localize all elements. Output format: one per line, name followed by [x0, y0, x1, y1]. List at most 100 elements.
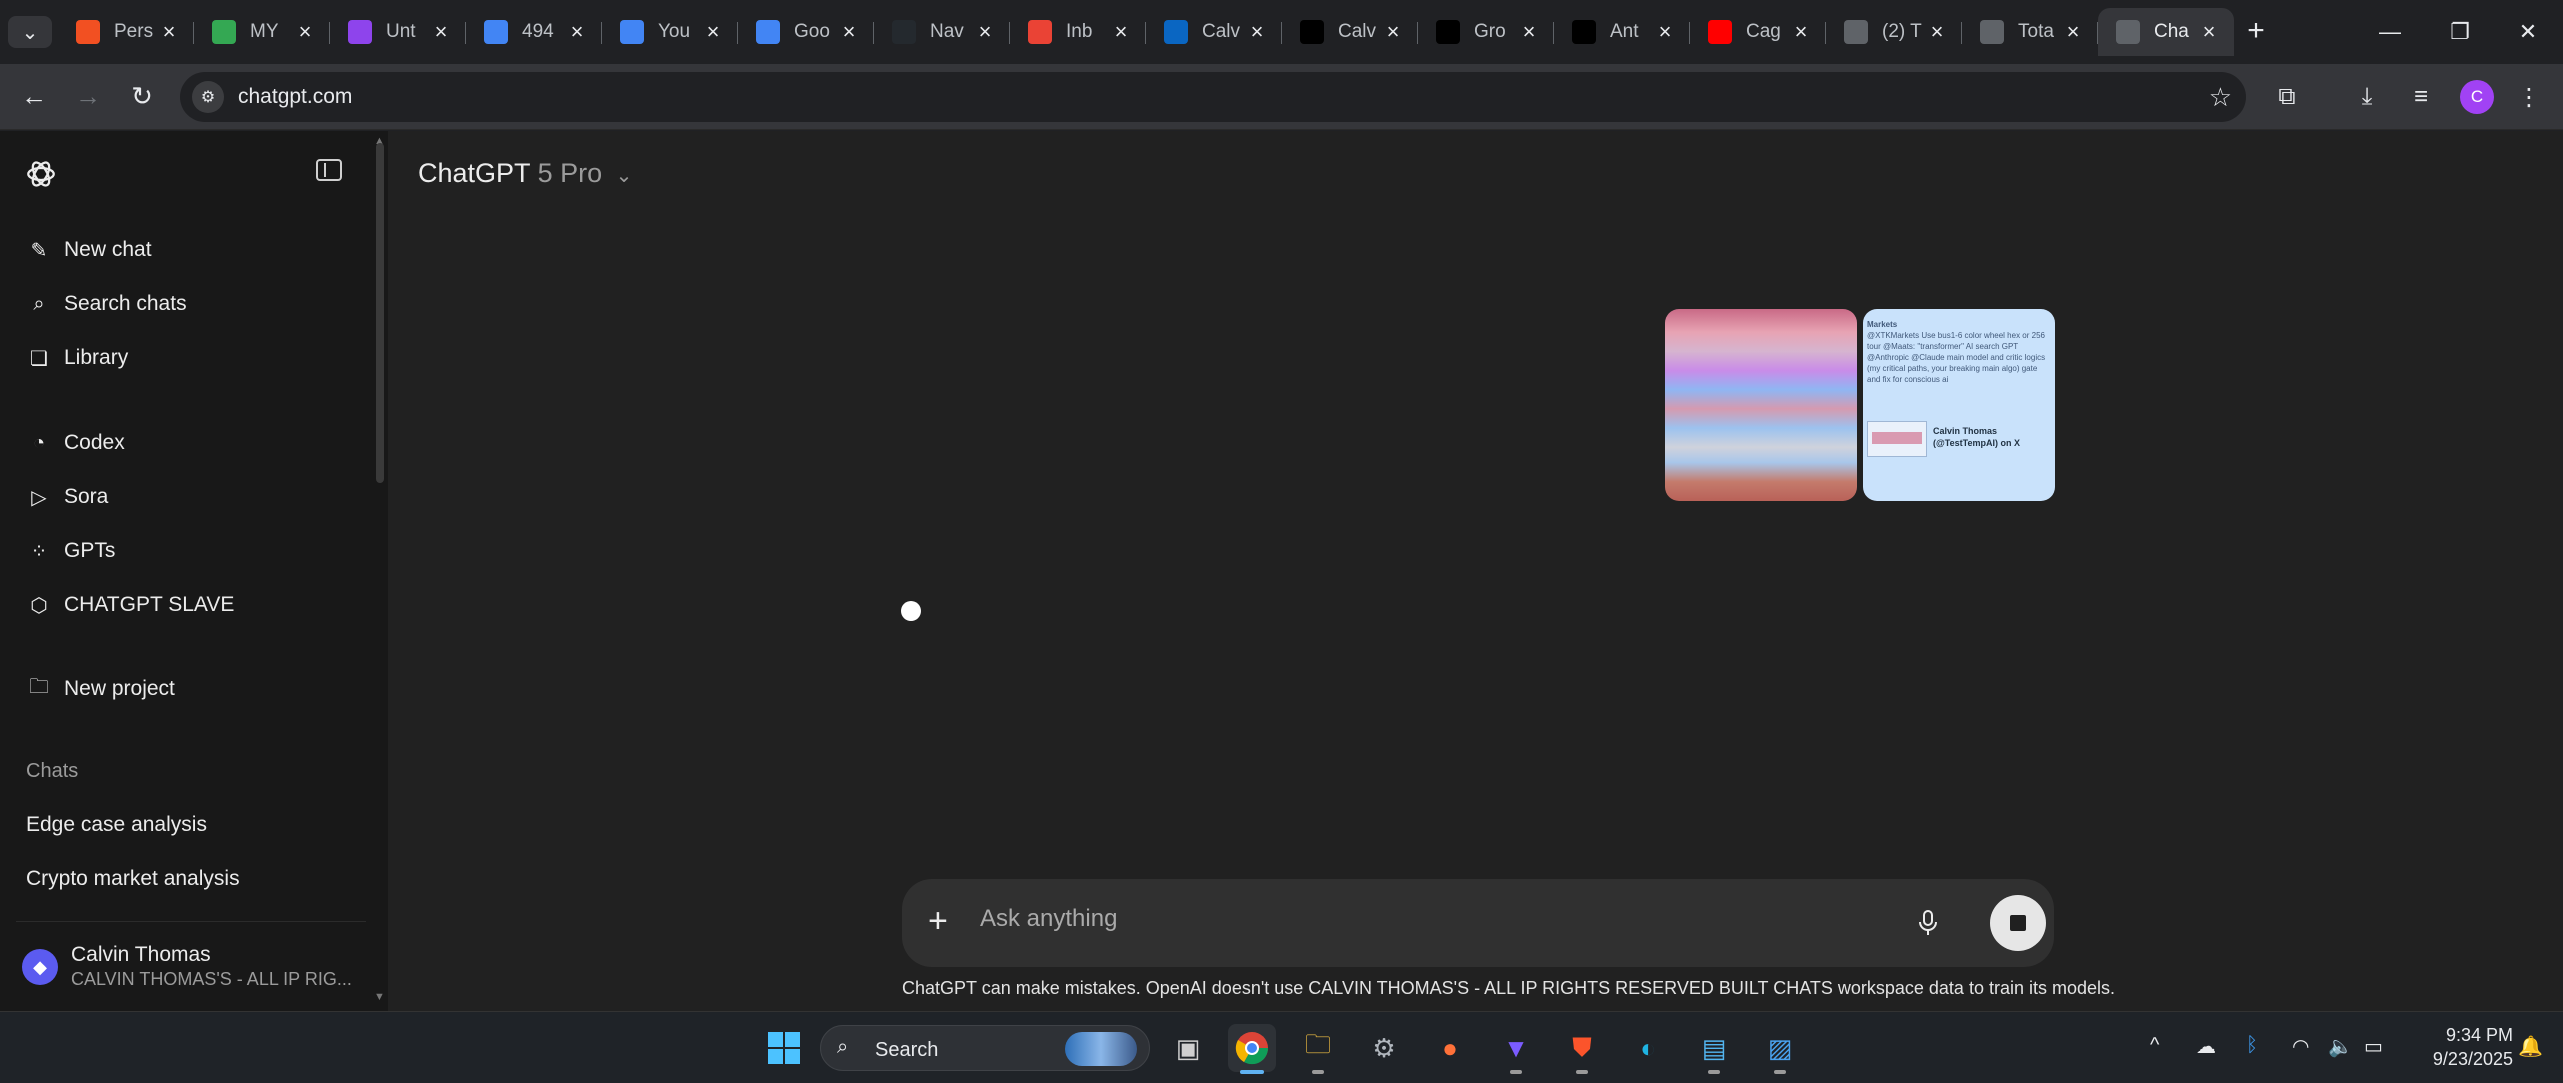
- chat-item-edge-case-analysis[interactable]: Edge case analysis: [26, 813, 207, 837]
- user-name[interactable]: Calvin Thomas: [71, 943, 211, 967]
- sidebar-toggle-icon[interactable]: [316, 159, 342, 181]
- close-tab-icon[interactable]: ×: [566, 19, 588, 45]
- notepad-icon[interactable]: ▤: [1690, 1024, 1738, 1074]
- volume-icon[interactable]: 🔈: [2328, 1034, 2353, 1059]
- prompt-input[interactable]: [980, 905, 1880, 933]
- sidebar-item-chatgpt-slave[interactable]: ⬡ CHATGPT SLAVE: [26, 588, 234, 622]
- model-selector[interactable]: ChatGPT 5 Pro ⌄: [418, 158, 632, 189]
- close-window-button[interactable]: ✕: [2493, 0, 2563, 64]
- restore-button[interactable]: ❐: [2425, 0, 2495, 64]
- battery-icon[interactable]: ▭: [2364, 1034, 2383, 1059]
- extensions-icon[interactable]: ⧉: [2268, 78, 2306, 116]
- browser-tab[interactable]: Cha ×: [2098, 8, 2234, 56]
- browser-tab[interactable]: Calv ×: [1146, 8, 1282, 56]
- close-tab-icon[interactable]: ×: [1246, 19, 1268, 45]
- close-tab-icon[interactable]: ×: [430, 19, 452, 45]
- downloads-icon[interactable]: ⤓: [2348, 78, 2386, 116]
- settings-gear-icon[interactable]: ⚙: [1360, 1024, 1408, 1072]
- close-tab-icon[interactable]: ×: [838, 19, 860, 45]
- browser-menu-icon[interactable]: ⋮: [2510, 78, 2548, 116]
- windows-taskbar: ⌕ Search ▣ 🗀 ⚙ ● ▼ ⛊ ◐ ▤ ▨ ^ ☁ ᛒ ◠ 🔈 ▭ 9…: [0, 1011, 2563, 1083]
- brave-icon[interactable]: ⛊: [1558, 1024, 1606, 1074]
- sidebar-item-new-project[interactable]: 🗀 New project: [26, 672, 175, 706]
- search-icon: ⌕: [33, 292, 45, 315]
- sidebar-item-sora[interactable]: ▷ Sora: [26, 480, 108, 514]
- close-tab-icon[interactable]: ×: [702, 19, 724, 45]
- stop-button[interactable]: [1990, 895, 2046, 951]
- sidebar-item-label: Sora: [64, 485, 109, 508]
- sidebar-item-gpts[interactable]: ⁘ GPTs: [26, 534, 116, 568]
- sidebar-item-new-chat[interactable]: ✎ New chat: [26, 233, 152, 267]
- forward-button[interactable]: →: [68, 76, 108, 116]
- minimize-button[interactable]: —: [2355, 0, 2425, 64]
- close-tab-icon[interactable]: ×: [294, 19, 316, 45]
- browser-tab[interactable]: Unt ×: [330, 8, 466, 56]
- browser-tab[interactable]: Goo ×: [738, 8, 874, 56]
- google-icon: [756, 20, 780, 44]
- address-bar[interactable]: ⚙ chatgpt.com ☆: [180, 72, 2246, 122]
- wifi-icon[interactable]: ◠: [2292, 1034, 2309, 1059]
- browser-tab[interactable]: 494 ×: [466, 8, 602, 56]
- task-view-icon[interactable]: ▣: [1164, 1024, 1212, 1072]
- sidebar-scrollbar[interactable]: [376, 143, 384, 483]
- sidebar-item-codex[interactable]: ◔ Codex: [26, 426, 125, 460]
- taskbar-search[interactable]: ⌕ Search: [820, 1025, 1150, 1071]
- tab-search-button[interactable]: ⌄: [8, 16, 52, 48]
- workspace-avatar-icon[interactable]: ◆: [22, 949, 58, 985]
- browser-tab[interactable]: Tota ×: [1962, 8, 2098, 56]
- browser-tab[interactable]: Calv ×: [1282, 8, 1418, 56]
- browser-tab[interactable]: You ×: [602, 8, 738, 56]
- browser-tab[interactable]: Cag ×: [1690, 8, 1826, 56]
- photos-icon[interactable]: ▨: [1756, 1024, 1804, 1074]
- browser-tab[interactable]: Gro ×: [1418, 8, 1554, 56]
- close-tab-icon[interactable]: ×: [1382, 19, 1404, 45]
- system-clock[interactable]: 9:34 PM 9/23/2025: [2413, 1023, 2513, 1071]
- image-attachments: Markets @XTKMarkets Use bus1-6 color whe…: [1665, 309, 2055, 501]
- close-tab-icon[interactable]: ×: [1926, 19, 1948, 45]
- notification-bell-icon[interactable]: 🔔: [2518, 1034, 2543, 1059]
- add-attachment-icon[interactable]: +: [928, 901, 948, 941]
- user-workspace[interactable]: CALVIN THOMAS'S - ALL IP RIG...: [71, 969, 352, 990]
- show-hidden-icons-chevron-icon[interactable]: ^: [2150, 1034, 2159, 1057]
- chrome-taskbar-icon[interactable]: [1228, 1024, 1276, 1074]
- browser-tab[interactable]: Inb ×: [1010, 8, 1146, 56]
- site-info-icon[interactable]: ⚙: [192, 81, 224, 113]
- back-button[interactable]: ←: [14, 76, 54, 116]
- tab-title: Gro: [1474, 21, 1506, 42]
- attachment-image-stripes[interactable]: [1665, 309, 1857, 501]
- file-explorer-icon[interactable]: 🗀: [1294, 1024, 1342, 1074]
- windows-start-icon[interactable]: [760, 1024, 808, 1072]
- close-tab-icon[interactable]: ×: [2062, 19, 2084, 45]
- url-text[interactable]: chatgpt.com: [238, 85, 352, 109]
- chatgpt-logo-icon[interactable]: [24, 157, 58, 191]
- bluetooth-icon[interactable]: ᛒ: [2246, 1034, 2258, 1057]
- profile-avatar[interactable]: C: [2460, 80, 2494, 114]
- browser-tab[interactable]: Pers ×: [58, 8, 194, 56]
- close-tab-icon[interactable]: ×: [1654, 19, 1676, 45]
- bookmark-star-icon[interactable]: ☆: [2209, 82, 2232, 113]
- close-tab-icon[interactable]: ×: [1790, 19, 1812, 45]
- microphone-icon[interactable]: [1910, 905, 1946, 941]
- attachment-image-tweet[interactable]: Markets @XTKMarkets Use bus1-6 color whe…: [1863, 309, 2055, 501]
- browser-tab[interactable]: MY ×: [194, 8, 330, 56]
- close-tab-icon[interactable]: ×: [158, 19, 180, 45]
- firefox-icon[interactable]: ●: [1426, 1024, 1474, 1072]
- new-tab-button[interactable]: +: [2238, 14, 2274, 50]
- browser-tab[interactable]: (2) T ×: [1826, 8, 1962, 56]
- sidebar-item-search-chats[interactable]: ⌕ Search chats: [26, 287, 186, 321]
- media-controls-icon[interactable]: ≡: [2402, 78, 2440, 116]
- sidebar-item-library[interactable]: ❏ Library: [26, 341, 128, 375]
- browser-tab[interactable]: Nav ×: [874, 8, 1010, 56]
- chat-item-crypto-market-analysis[interactable]: Crypto market analysis: [26, 867, 240, 891]
- vpn-icon[interactable]: ▼: [1492, 1024, 1540, 1074]
- onedrive-cloud-icon[interactable]: ☁: [2196, 1034, 2216, 1059]
- scroll-down-arrow-icon[interactable]: ▼: [374, 991, 385, 1003]
- tab-title: Calv: [1202, 21, 1241, 42]
- reload-button[interactable]: ↻: [122, 76, 162, 116]
- close-tab-icon[interactable]: ×: [1110, 19, 1132, 45]
- close-tab-icon[interactable]: ×: [2198, 19, 2220, 45]
- close-tab-icon[interactable]: ×: [974, 19, 996, 45]
- browser-tab[interactable]: Ant ×: [1554, 8, 1690, 56]
- close-tab-icon[interactable]: ×: [1518, 19, 1540, 45]
- edge-icon[interactable]: ◐: [1624, 1024, 1672, 1072]
